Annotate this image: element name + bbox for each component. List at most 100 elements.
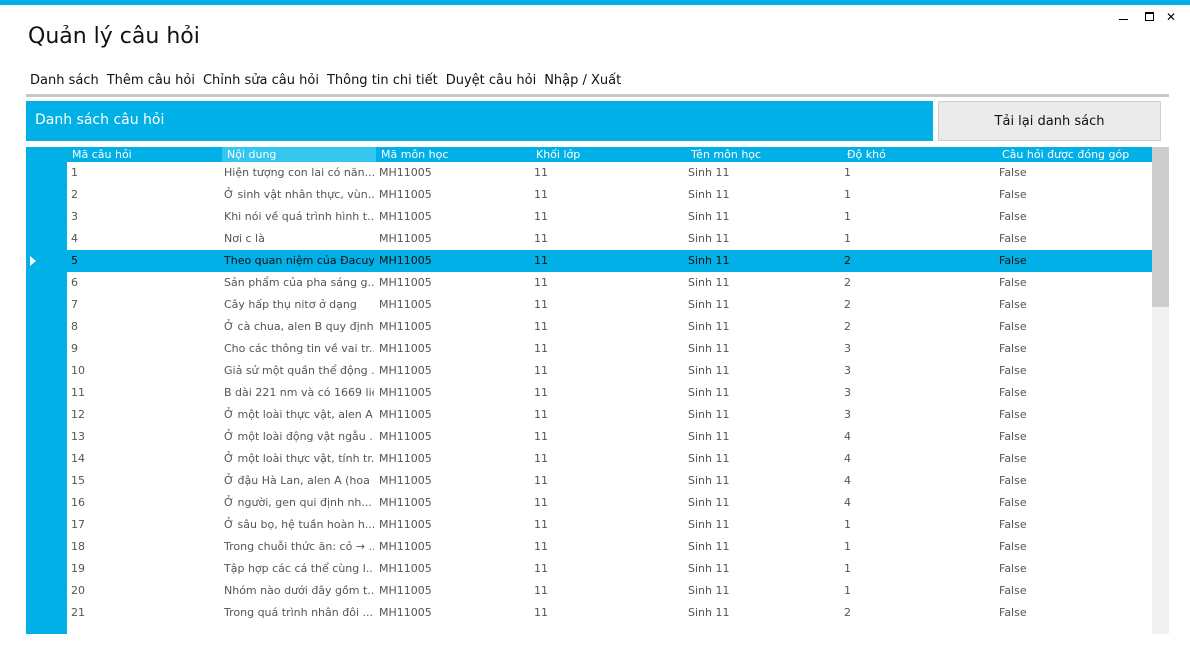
section-banner: Danh sách câu hỏi — [26, 101, 933, 141]
contributed-cell: False — [999, 364, 1027, 377]
column-header-grade[interactable]: Khối lớp — [531, 147, 686, 162]
table-row[interactable]: 16 Ở người, gen qui định nh... MH11005 11 Si… — [67, 492, 1152, 514]
question-id-cell: 1 — [71, 166, 78, 179]
close-icon: ✕ — [1166, 10, 1177, 24]
contributed-cell: False — [999, 210, 1027, 223]
tab-add-question[interactable]: Thêm câu hỏi — [103, 70, 199, 92]
table-row[interactable]: 19 Tập hợp các cá thể cùng l... MH11005 11 S… — [67, 558, 1152, 580]
table-row[interactable]: 9 Cho các thông tin về vai tr... MH11005 11… — [67, 338, 1152, 360]
table-row[interactable]: 11 B dài 221 nm và có 1669 liê... MH11005 1… — [67, 382, 1152, 404]
grade-cell: 11 — [534, 364, 548, 377]
difficulty-cell: 2 — [844, 298, 851, 311]
tab-edit-question[interactable]: Chỉnh sửa câu hỏi — [199, 70, 323, 92]
contributed-cell: False — [999, 518, 1027, 531]
question-id-cell: 7 — [71, 298, 78, 311]
subject-name-cell: Sinh 11 — [688, 584, 730, 597]
grade-cell: 11 — [534, 342, 548, 355]
question-id-cell: 12 — [71, 408, 85, 421]
table-row[interactable]: 4 Nơi c là MH11005 11 Sinh 11 1 False — [67, 228, 1152, 250]
content-cell: Trong chuỗi thức ăn: cỏ → ... — [224, 540, 374, 553]
difficulty-cell: 1 — [844, 540, 851, 553]
table-row[interactable]: 6 Sản phẩm của pha sáng g... MH11005 11 Sinh… — [67, 272, 1152, 294]
tab-details[interactable]: Thông tin chi tiết — [323, 70, 442, 92]
table-row[interactable]: 3 Khi nói về quá trình hình t... MH11005 11… — [67, 206, 1152, 228]
subject-name-cell: Sinh 11 — [688, 298, 730, 311]
difficulty-cell: 2 — [844, 254, 851, 267]
column-header-difficulty[interactable]: Độ khó — [842, 147, 997, 162]
tab-list[interactable]: Danh sách — [26, 70, 103, 92]
question-id-cell: 9 — [71, 342, 78, 355]
subject-code-cell: MH11005 — [379, 298, 432, 311]
table-row[interactable]: 2 Ở sinh vật nhân thực, vùn... MH11005 11 Si… — [67, 184, 1152, 206]
grade-cell: 11 — [534, 254, 548, 267]
contributed-cell: False — [999, 298, 1027, 311]
difficulty-cell: 4 — [844, 496, 851, 509]
grade-cell: 11 — [534, 474, 548, 487]
maximize-icon — [1145, 12, 1154, 21]
table-row[interactable]: 17 Ở sâu bọ, hệ tuần hoàn h... MH11005 11 S… — [67, 514, 1152, 536]
grade-cell: 11 — [534, 496, 548, 509]
grade-cell: 11 — [534, 540, 548, 553]
selected-row-arrow-icon — [30, 256, 36, 266]
column-header-subject-code[interactable]: Mã môn học — [376, 147, 531, 162]
subject-code-cell: MH11005 — [379, 474, 432, 487]
difficulty-cell: 1 — [844, 584, 851, 597]
table-row[interactable]: 7 Cây hấp thụ nitơ ở dạng MH11005 11 Sinh 11… — [67, 294, 1152, 316]
subject-name-cell: Sinh 11 — [688, 320, 730, 333]
content-cell: Khi nói về quá trình hình t... — [224, 210, 374, 223]
row-header-column[interactable] — [26, 147, 67, 634]
table-row[interactable]: 13 Ở một loài động vật ngẫu ... MH11005 11 S… — [67, 426, 1152, 448]
table-row[interactable]: 5 Theo quan niệm của Đacuy... MH11005 11 Sin… — [67, 250, 1152, 272]
table-row[interactable]: 14 Ở một loài thực vật, tính tr... MH11005… — [67, 448, 1152, 470]
scrollbar-thumb[interactable] — [1152, 147, 1169, 307]
tab-import-export[interactable]: Nhập / Xuất — [540, 70, 625, 92]
table-row[interactable]: 15 Ở đậu Hà Lan, alen A (hoa ... MH11005 11… — [67, 470, 1152, 492]
table-row[interactable]: 12 Ở một loài thực vật, alen A ... MH11005… — [67, 404, 1152, 426]
subject-code-cell: MH11005 — [379, 254, 432, 267]
difficulty-cell: 2 — [844, 606, 851, 619]
grade-cell: 11 — [534, 452, 548, 465]
tab-approve[interactable]: Duyệt câu hỏi — [442, 70, 540, 92]
column-header-question-id[interactable]: Mã câu hỏi — [67, 147, 222, 162]
question-id-cell: 20 — [71, 584, 85, 597]
close-button[interactable]: ✕ — [1166, 9, 1180, 25]
subject-code-cell: MH11005 — [379, 430, 432, 443]
minimize-button[interactable] — [1117, 9, 1131, 25]
table-row[interactable]: 20 Nhóm nào dưới đây gồm t... MH11005 11 Sin… — [67, 580, 1152, 602]
grade-cell: 11 — [534, 430, 548, 443]
subject-code-cell: MH11005 — [379, 188, 432, 201]
banner-label: Danh sách câu hỏi — [35, 112, 165, 128]
content-cell: Trong quá trình nhân đôi ... — [224, 606, 373, 619]
contributed-cell: False — [999, 606, 1027, 619]
column-header-subject-name[interactable]: Tên môn học — [686, 147, 842, 162]
contributed-cell: False — [999, 562, 1027, 575]
subject-name-cell: Sinh 11 — [688, 606, 730, 619]
table-row[interactable]: 10 Giả sử một quần thể động ... MH11005 11 S… — [67, 360, 1152, 382]
questions-grid[interactable]: Mã câu hỏi Nội dung Mã môn học Khối lớp … — [26, 147, 1169, 634]
maximize-button[interactable] — [1143, 9, 1157, 25]
table-row[interactable]: 1 Hiện tượng con lai có năn... MH11005 11 Si… — [67, 162, 1152, 184]
window-title: Quản lý câu hỏi — [28, 24, 200, 49]
difficulty-cell: 1 — [844, 166, 851, 179]
subject-name-cell: Sinh 11 — [688, 518, 730, 531]
subject-name-cell: Sinh 11 — [688, 386, 730, 399]
column-header-content[interactable]: Nội dung — [222, 147, 376, 162]
column-header-contributed[interactable]: Câu hỏi được đóng góp — [997, 147, 1152, 162]
content-cell: Nơi c là — [224, 232, 265, 245]
contributed-cell: False — [999, 540, 1027, 553]
table-row[interactable]: 18 Trong chuỗi thức ăn: cỏ → ... MH11005 11… — [67, 536, 1152, 558]
vertical-scrollbar[interactable] — [1152, 147, 1169, 634]
content-cell: Giả sử một quần thể động ... — [224, 364, 374, 377]
table-row[interactable]: 21 Trong quá trình nhân đôi ... MH11005 11 S… — [67, 602, 1152, 624]
question-id-cell: 13 — [71, 430, 85, 443]
difficulty-cell: 1 — [844, 188, 851, 201]
question-id-cell: 6 — [71, 276, 78, 289]
contributed-cell: False — [999, 584, 1027, 597]
question-id-cell: 10 — [71, 364, 85, 377]
grade-cell: 11 — [534, 408, 548, 421]
content-cell: Nhóm nào dưới đây gồm t... — [224, 584, 374, 597]
difficulty-cell: 3 — [844, 342, 851, 355]
subject-code-cell: MH11005 — [379, 320, 432, 333]
reload-list-button[interactable]: Tải lại danh sách — [938, 101, 1161, 141]
table-row[interactable]: 8 Ở cà chua, alen B quy định... MH11005 11 S… — [67, 316, 1152, 338]
